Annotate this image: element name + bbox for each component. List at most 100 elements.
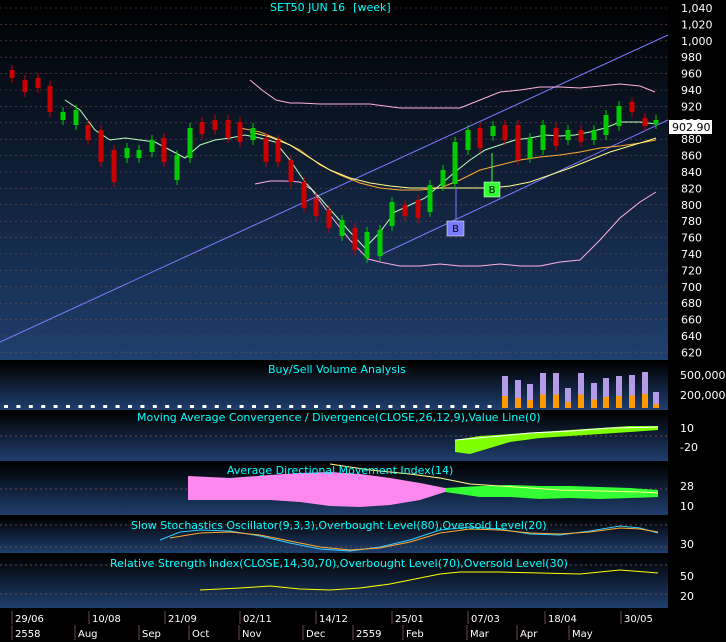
- candle: [477, 128, 483, 148]
- x-month-label: May: [572, 629, 593, 640]
- candle: [136, 150, 142, 158]
- volume-bar: [53, 405, 58, 408]
- candle: [149, 140, 155, 152]
- price-tick-label: 720: [681, 264, 702, 277]
- x-month-label: Feb: [406, 629, 424, 640]
- x-date-label: 30/05: [624, 614, 653, 625]
- x-month-label: Mar: [470, 629, 490, 640]
- candle: [199, 122, 205, 134]
- candle: [603, 115, 609, 135]
- macd-title: Moving Average Convergence / Divergence(…: [137, 411, 541, 424]
- rsi-axis-high: 50: [680, 570, 694, 583]
- price-tick-label: 740: [681, 248, 702, 261]
- stoch-title: Slow Stochastics Oscillator(9,3,3),Overb…: [131, 519, 547, 532]
- x-month-label: 2559: [356, 629, 381, 640]
- volume-bar: [177, 405, 182, 408]
- volume-bar: [351, 405, 356, 408]
- volume-bar: [502, 396, 508, 408]
- x-month-label: Apr: [520, 629, 538, 640]
- volume-bar: [16, 405, 21, 408]
- candle: [250, 128, 256, 140]
- volume-bar: [540, 394, 546, 408]
- volume-bar: [289, 405, 294, 408]
- candle: [515, 125, 521, 160]
- volume-bar: [565, 402, 571, 408]
- volume-bar: [388, 405, 393, 408]
- candle: [313, 198, 319, 216]
- stoch-axis: 30: [680, 538, 694, 551]
- x-month-label: Oct: [192, 629, 209, 640]
- x-date-label: 10/08: [92, 614, 121, 625]
- candle: [9, 70, 15, 78]
- price-panel[interactable]: SET50 JUN 16 [week] B B 1,040 1,020 1,000 98…: [0, 0, 713, 360]
- price-tick-label: 1,040: [681, 2, 713, 15]
- x-date-label: 29/06: [15, 614, 44, 625]
- volume-bar: [276, 405, 281, 408]
- volume-bar: [152, 405, 157, 408]
- price-tick-label: 980: [681, 51, 702, 64]
- volume-bar: [90, 405, 95, 408]
- volume-bar: [629, 395, 635, 408]
- stoch-panel[interactable]: Slow Stochastics Oscillator(9,3,3),Overb…: [0, 517, 694, 553]
- volume-bar: [462, 405, 467, 408]
- adx-panel[interactable]: Average Directional Movement Index(14) 2…: [0, 463, 694, 515]
- volume-bar: [376, 405, 380, 408]
- macd-panel[interactable]: Moving Average Convergence / Divergence(…: [0, 411, 698, 461]
- price-tick-label: 800: [681, 199, 702, 212]
- volume-bar: [214, 405, 219, 408]
- volume-bar: [438, 405, 442, 408]
- volume-bar: [450, 405, 455, 408]
- x-month-label: Nov: [242, 629, 262, 640]
- candle: [187, 128, 193, 158]
- volume-bar: [239, 405, 244, 408]
- x-month-label: Aug: [78, 629, 98, 640]
- volume-bar: [41, 405, 46, 408]
- candle: [35, 78, 41, 88]
- price-tick-label: 820: [681, 182, 702, 195]
- last-price-badge: 902.90: [669, 120, 712, 134]
- volume-bar: [4, 405, 8, 408]
- candle: [502, 125, 508, 140]
- candle: [553, 128, 559, 146]
- price-tick-label: 780: [681, 215, 702, 228]
- x-date-label: 02/11: [243, 614, 272, 625]
- volume-bar: [603, 397, 609, 408]
- candle: [642, 118, 648, 126]
- volume-bar: [363, 405, 368, 408]
- volume-bar: [487, 405, 492, 408]
- volume-bar: [400, 405, 405, 408]
- price-tick-label: 1,020: [681, 18, 713, 31]
- rsi-title: Relative Strength Index(CLOSE,14,30,70),…: [110, 557, 568, 570]
- candle: [415, 200, 421, 218]
- volume-bar: [78, 405, 83, 408]
- volume-bar: [28, 405, 33, 408]
- price-tick-label: 640: [681, 330, 702, 343]
- x-date-label: 25/01: [395, 614, 424, 625]
- candle: [465, 130, 471, 150]
- volume-bar: [128, 405, 132, 408]
- candle: [212, 120, 218, 130]
- price-tick-label: 840: [681, 166, 702, 179]
- candle: [275, 140, 281, 162]
- volume-bar: [66, 405, 70, 408]
- price-tick-label: 860: [681, 150, 702, 163]
- volume-title: Buy/Sell Volume Analysis: [268, 363, 406, 376]
- adx-title: Average Directional Movement Index(14): [227, 464, 453, 477]
- candle: [540, 125, 546, 150]
- candle: [490, 126, 496, 136]
- candle: [339, 220, 345, 236]
- price-tick-label: 940: [681, 84, 702, 97]
- volume-panel[interactable]: Buy/Sell Volume Analysis 500,000 200,000: [0, 362, 726, 410]
- candle: [377, 230, 383, 256]
- svg-text:B: B: [452, 224, 459, 235]
- candle: [402, 205, 408, 216]
- candle: [364, 232, 370, 258]
- volume-axis-low: 200,000: [680, 389, 726, 402]
- price-tick-label: 880: [681, 133, 702, 146]
- candle: [85, 125, 91, 140]
- rsi-panel[interactable]: Relative Strength Index(CLOSE,14,30,70),…: [0, 555, 694, 608]
- candle: [124, 148, 130, 158]
- volume-bar: [252, 405, 256, 408]
- volume-bar: [413, 405, 418, 408]
- price-tick-label: 960: [681, 68, 702, 81]
